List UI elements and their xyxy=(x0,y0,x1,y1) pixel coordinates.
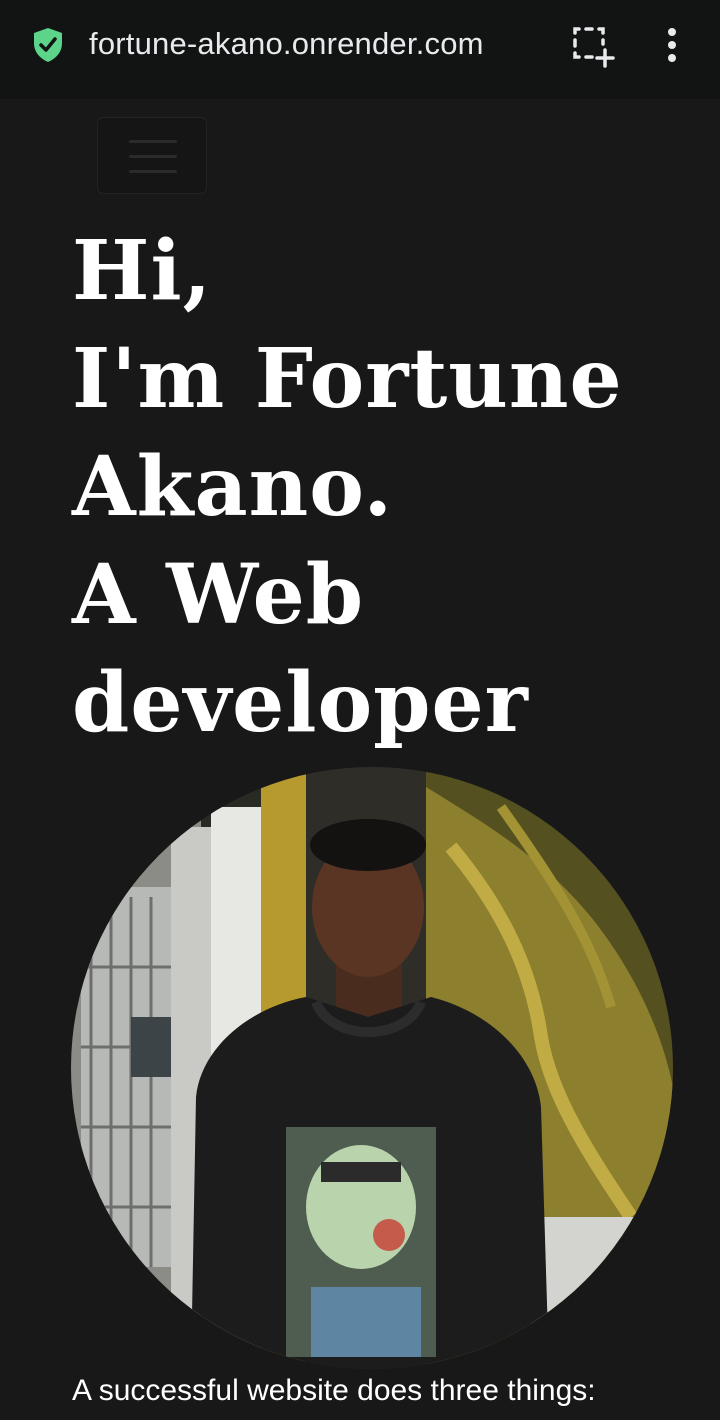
intro-text: A successful website does three things: xyxy=(72,1374,596,1407)
shield-check-icon[interactable] xyxy=(32,27,64,63)
heading-line-greeting: Hi, xyxy=(72,223,213,319)
page-content: Hi, I'm Fortune Akano. A Web developer A… xyxy=(0,99,720,1420)
hero-heading: Hi, I'm Fortune Akano. A Web developer xyxy=(72,217,692,757)
address-bar-url[interactable]: fortune-akano.onrender.com xyxy=(89,26,484,62)
profile-photo xyxy=(71,767,673,1369)
hamburger-menu-icon xyxy=(129,140,177,143)
heading-line-name: I'm Fortune xyxy=(72,331,623,427)
heading-line-role-a: A Web xyxy=(72,547,365,643)
heading-line-role-b: developer xyxy=(72,655,529,751)
browser-toolbar: fortune-akano.onrender.com xyxy=(0,0,720,99)
hamburger-menu-button[interactable] xyxy=(97,117,207,194)
more-vertical-icon[interactable] xyxy=(660,26,684,66)
heading-line-surname: Akano. xyxy=(72,439,393,535)
screenshot-select-icon[interactable] xyxy=(570,24,616,68)
